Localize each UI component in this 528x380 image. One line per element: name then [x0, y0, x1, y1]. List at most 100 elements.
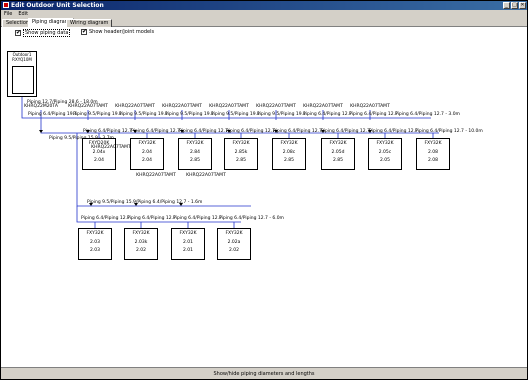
top-header-pipe-label: Piping 9.5/Piping 19.1 [73, 112, 122, 117]
indoor-unit-value: 2.02a [227, 240, 241, 245]
indoor-unit-value: 2.03k [134, 240, 148, 245]
indoor-unit-model: FXY32K [225, 231, 243, 236]
top-header-pipe-label: Piping 9.5/Piping 19.1 [165, 112, 214, 117]
indoor-unit-model: FXY32K [232, 141, 250, 146]
top-header-pipe-label: Piping 6.4/Piping 12.7 [303, 112, 352, 117]
indoor-unit-model: FXY32K [280, 141, 298, 146]
tab-wiring-diagram[interactable]: Wiring diagram [66, 19, 113, 27]
top-header-pipe-label: Piping 6.4/Piping 12.7 [349, 112, 398, 117]
top-branch-pipe-label: Piping 6.4/Piping 12.7 - 10.0m [415, 129, 483, 134]
bottom-joint-label: KHRQ22A07TAMT [91, 145, 131, 150]
minimize-button[interactable]: _ [503, 2, 510, 9]
indoor-unit-value: 2.04 [141, 158, 153, 163]
indoor-unit-value: 2.05c [378, 150, 392, 155]
show-header-joint-label[interactable]: Show header/joint models [89, 29, 154, 35]
indoor-unit-value: 2.85k [234, 150, 248, 155]
show-header-joint-checkbox[interactable]: ✔ [81, 29, 87, 35]
indoor-unit[interactable]: FXY32K 2.08c 2.85 [272, 138, 306, 170]
indoor-unit-model: FXY32K [329, 141, 347, 146]
indoor-unit[interactable]: FXY32K 2.04 2.04 [130, 138, 164, 170]
top-branch-pipe-label: Piping 6.4/Piping 12.7 [226, 129, 275, 134]
indoor-unit[interactable]: FXY32K 2.02a 2.02 [217, 228, 251, 260]
indoor-unit[interactable]: FXY32K 2.85k 2.85 [224, 138, 258, 170]
top-header-pipe-label: Piping 9.5/Piping 19.1 [119, 112, 168, 117]
status-text: Show/hide piping diameters and lengths [213, 371, 315, 377]
indoor-unit-value: 2.01 [182, 248, 194, 253]
title-bar[interactable]: Edit Outdoor Unit Selection _ □ ✕ [1, 1, 527, 10]
options-bar: ✔ Show piping data ✔ Show header/joint m… [1, 27, 527, 38]
indoor-unit[interactable]: FXYD20K 2.04x 2.04 [82, 138, 116, 170]
indoor-unit-model: FXY32K [132, 231, 150, 236]
checkmark-icon: ✔ [82, 28, 88, 35]
indoor-unit-value: 2.84 [189, 150, 201, 155]
indoor-unit-model: FXY32K [186, 141, 204, 146]
indoor-unit[interactable]: FXY32K 2.01 2.01 [171, 228, 205, 260]
indoor-unit-model: FXY32K [424, 141, 442, 146]
outdoor-unit[interactable]: Outdoor1 RXYQ10M [7, 51, 37, 97]
indoor-unit-value: 2.05d [331, 150, 345, 155]
bottom-branch-lines [94, 222, 235, 228]
show-piping-data-option[interactable]: ✔ Show piping data [15, 29, 71, 37]
indoor-unit[interactable]: FXY32K 2.03 2.03 [78, 228, 112, 260]
indoor-unit-model: FXY32K [86, 231, 104, 236]
outdoor-unit-model: RXYQ10M [12, 57, 32, 62]
indoor-unit[interactable]: FXY32K 2.05c 2.05 [368, 138, 402, 170]
indoor-unit-value: 2.85 [189, 158, 201, 163]
menu-file[interactable]: File [1, 10, 15, 18]
pipe-lines [21, 97, 439, 228]
indoor-unit-model: FXY32K [138, 141, 156, 146]
indoor-unit-value: 2.04 [141, 150, 153, 155]
checkmark-icon: ✔ [16, 29, 22, 36]
top-header-pipe-label: Piping 9.5/Piping 19.1 [211, 112, 260, 117]
indoor-unit-value: 2.03 [89, 240, 101, 245]
indoor-unit-value: 2.85 [283, 158, 295, 163]
show-piping-data-label[interactable]: Show piping data [23, 29, 71, 37]
top-joint-label: KHRQ22A07TAMT [303, 104, 343, 109]
bottom-joint-label: KHRQ22A07TAMT [136, 173, 176, 178]
app-icon [3, 2, 9, 8]
indoor-unit-value: 2.04 [93, 158, 105, 163]
top-branch-pipe-label: Piping 6.4/Piping 12.7 [273, 129, 322, 134]
indoor-unit-value: 2.02 [228, 248, 240, 253]
indoor-unit[interactable]: FXY32K 2.05d 2.85 [321, 138, 355, 170]
top-joint-label: KHRQ22A07TAMT [209, 104, 249, 109]
indoor-unit-value: 2.01 [182, 240, 194, 245]
indoor-unit[interactable]: FXY32K 2.08 2.08 [416, 138, 450, 170]
indoor-unit-value: 2.03 [89, 248, 101, 253]
top-joint-label: KHRQ22A07TAMT [350, 104, 390, 109]
top-joint-label: KHRQ22A07TAMT [68, 104, 108, 109]
top-joint-label: KHRQ22A07TAMT [162, 104, 202, 109]
close-button[interactable]: ✕ [519, 2, 526, 9]
top-branch-pipe-label: Piping 6.4/Piping 12.7 [83, 129, 132, 134]
indoor-unit-value: 2.85 [332, 158, 344, 163]
indoor-unit-value: 2.05 [379, 158, 391, 163]
bottom-branch-pipe-label: Piping 6.4/Piping 12.7 [173, 216, 222, 221]
status-bar: Show/hide piping diameters and lengths [1, 367, 527, 379]
edit-outdoor-unit-window: Edit Outdoor Unit Selection _ □ ✕ File E… [0, 0, 528, 380]
indoor-unit[interactable]: FXY32K 2.84 2.85 [178, 138, 212, 170]
indoor-unit-model: FXY32K [179, 231, 197, 236]
bottom-header-pipe-label: Piping 9.5/Piping 15.9/Piping 6.4/Piping… [87, 200, 203, 205]
indoor-unit-model: FXY32K [376, 141, 394, 146]
bottom-branch-pipe-label: Piping 6.4/Piping 12.7 - 6.0m [219, 216, 284, 221]
indoor-unit[interactable]: FXY32K 2.03k 2.02 [124, 228, 158, 260]
bottom-branch-pipe-label: Piping 6.4/Piping 12.7 [81, 216, 130, 221]
piping-diagram-canvas[interactable]: Outdoor1 RXYQ10M Piping 12.7/Piping 28.6… [1, 38, 527, 367]
top-header-pipe-label: Piping 6.4/Piping 12.7 - 3.0m [395, 112, 460, 117]
top-joint-label: KHRQ22A07TAMT [115, 104, 155, 109]
show-piping-data-checkbox[interactable]: ✔ [15, 30, 21, 36]
tab-bar: Selection Piping diagram Wiring diagram [1, 18, 527, 27]
indoor-unit-value: 2.08 [427, 158, 439, 163]
top-joint-label: KHRQ22M20TA [24, 104, 58, 109]
top-header-pipe-label: Piping 9.5/Piping 19.1 [257, 112, 306, 117]
maximize-button[interactable]: □ [511, 2, 518, 9]
menu-edit[interactable]: Edit [15, 10, 31, 18]
show-header-joint-option[interactable]: ✔ Show header/joint models [81, 29, 154, 35]
top-joint-label: KHRQ22A07TAMT [256, 104, 296, 109]
indoor-unit-value: 2.85 [235, 158, 247, 163]
indoor-unit-value: 2.02 [135, 248, 147, 253]
top-header-pipe-label: Piping 6.4/Piping 19.1 [28, 112, 77, 117]
window-title: Edit Outdoor Unit Selection [11, 2, 104, 9]
indoor-unit-value: 2.08c [282, 150, 296, 155]
window-controls: _ □ ✕ [503, 2, 526, 9]
